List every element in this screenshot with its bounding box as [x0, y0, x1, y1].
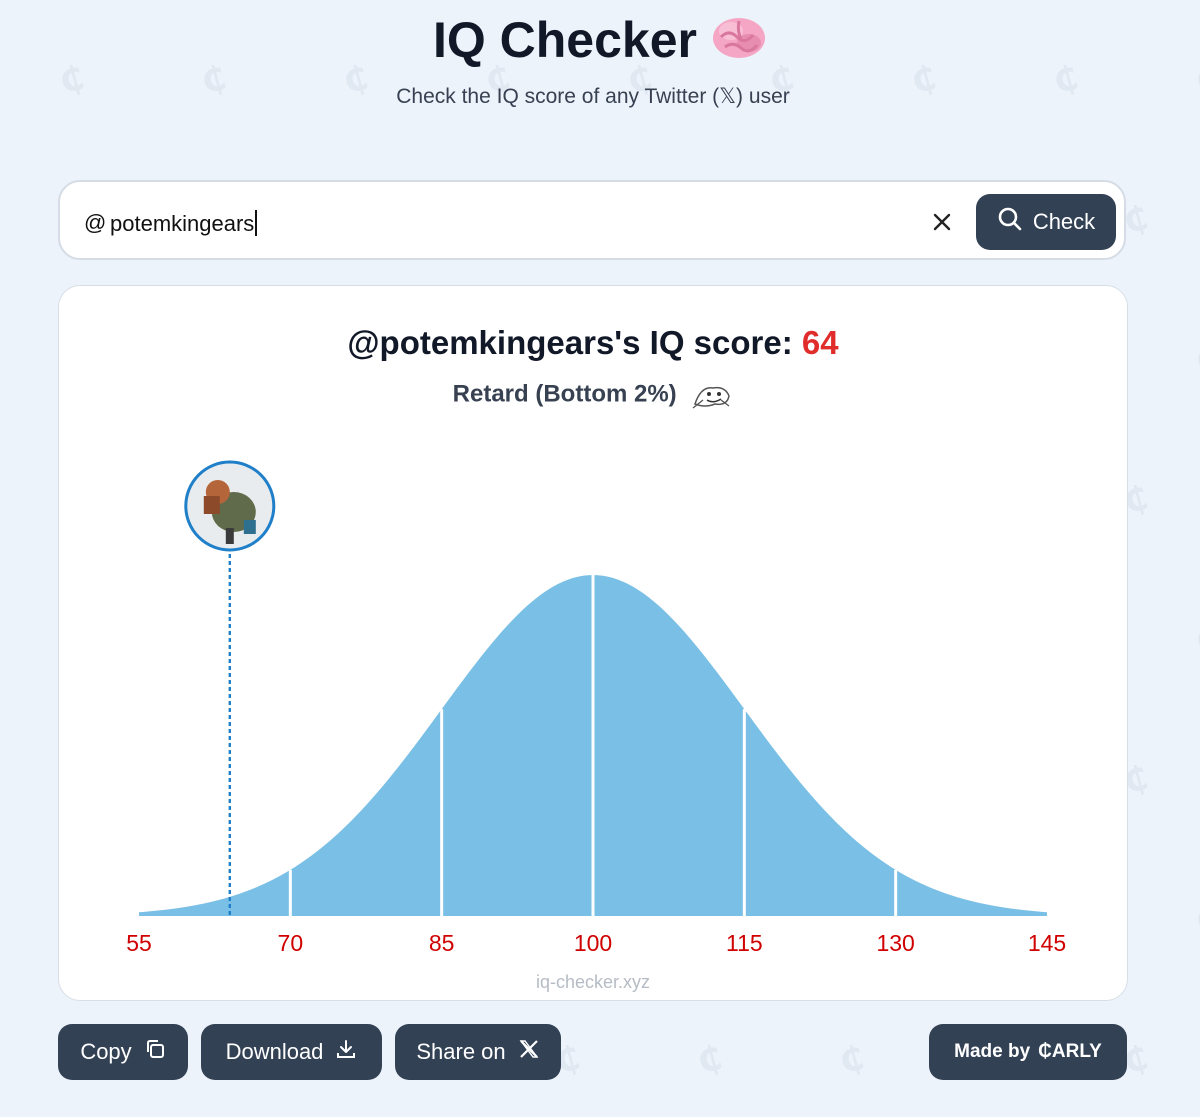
share-on-x-button[interactable]: Share on [395, 1024, 561, 1080]
text-caret [255, 210, 257, 236]
check-button-label: Check [1032, 209, 1096, 234]
bg-currency-glyph: ₵ [693, 1037, 727, 1083]
avatar-figure-boot [243, 520, 256, 534]
download-button[interactable]: Download [201, 1024, 382, 1080]
download-icon [335, 1038, 357, 1066]
x-tick-label: 145 [1028, 930, 1066, 956]
made-by-label: Made by [954, 1041, 1031, 1062]
copy-button-label: Copy [80, 1039, 132, 1064]
bg-currency-glyph: ₵ [1191, 337, 1200, 383]
username-input-value: potemkingears [110, 211, 255, 236]
made-by-early-button[interactable]: Made by ₵ARLY [929, 1024, 1127, 1080]
close-icon[interactable] [928, 208, 956, 236]
x-logo-icon [518, 1038, 540, 1066]
x-tick-label: 100 [574, 930, 612, 956]
brain-icon [711, 14, 767, 74]
x-tick-label: 85 [429, 930, 455, 956]
x-tick-label: 130 [876, 930, 914, 956]
search-bar: @ potemkingears Check [58, 180, 1126, 260]
iq-distribution-chart: 55 70 85 100 115 130 145 [126, 460, 1066, 956]
bg-currency-glyph: ₵ [835, 1037, 869, 1083]
copy-button[interactable]: Copy [58, 1024, 188, 1080]
page-title-text: IQ Checker [432, 12, 697, 68]
page-subtitle: Check the IQ score of any Twitter (𝕏) us… [396, 85, 790, 108]
share-button-label: Share on [416, 1039, 506, 1064]
result-card: @potemkingears's IQ score: 64 Retard (Bo… [58, 285, 1128, 1001]
watermark: iq-checker.xyz [535, 972, 651, 992]
bg-currency-glyph: ₵ [1191, 617, 1200, 663]
x-tick-label: 55 [126, 930, 152, 956]
check-button[interactable]: Check [976, 194, 1116, 250]
search-icon [997, 206, 1023, 238]
copy-icon [144, 1038, 166, 1066]
download-button-label: Download [225, 1039, 324, 1064]
bg-currency-glyph: ₵ [1191, 897, 1200, 943]
x-tick-label: 70 [278, 930, 304, 956]
avatar-figure-leg [225, 528, 234, 544]
avatar-figure-arm [203, 496, 220, 514]
at-prefix: @ [84, 210, 107, 235]
username-input[interactable]: potemkingears [110, 210, 257, 237]
page-title: IQ Checker [0, 10, 1200, 74]
x-tick-label: 115 [726, 930, 763, 956]
early-brand: ₵ARLY [1038, 1041, 1102, 1062]
